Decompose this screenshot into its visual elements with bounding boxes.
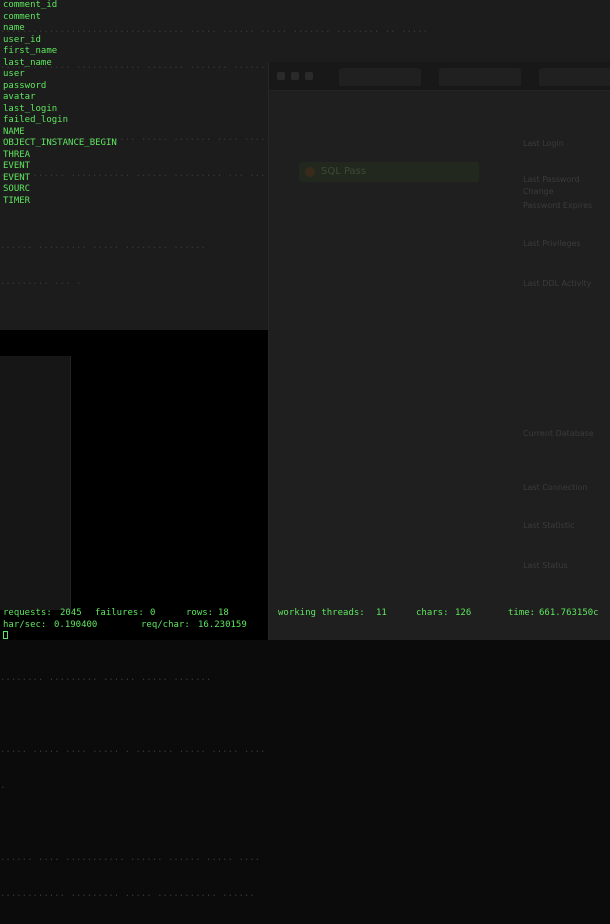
rows-label: rows: (186, 608, 214, 618)
column-name: user_id (3, 34, 41, 45)
time-value: 661.763150c (539, 608, 599, 618)
column-name: SOURC (3, 184, 31, 194)
column-name: EVENT (3, 172, 31, 183)
column-name: TIMER (3, 195, 31, 206)
charsec-label: har/sec: (3, 620, 47, 630)
failures-label: failures: (95, 608, 144, 618)
column-name: OBJECT_INSTANCE_BEGIN (3, 138, 117, 148)
column-name: avatar (3, 92, 36, 102)
column-list: comment_id comment name user_id first_na… (3, 0, 117, 207)
terminal-overlay: comment_id comment name user_id first_na… (0, 0, 610, 640)
column-name: first_name (3, 46, 58, 56)
terminal-cursor[interactable] (3, 631, 8, 639)
status-line: har/sec: 0.190400 req/char: 16.230159 (3, 620, 608, 632)
reqchar-value: 16.230159 (198, 620, 247, 630)
column-name: NAME (3, 126, 25, 137)
column-name: failed_login (3, 115, 69, 125)
column-name: EVENT (3, 161, 31, 171)
column-name: last_name (3, 57, 52, 68)
column-name: user (3, 69, 25, 79)
column-name: last_login (3, 103, 58, 114)
column-name: comment_id (3, 0, 58, 10)
status-line: requests: 2045 failures: 0 rows: 18 work… (3, 608, 608, 620)
column-name: THREA (3, 149, 31, 160)
column-name: comment (3, 11, 41, 22)
requests-label: requests: (3, 608, 52, 618)
threads-label: working threads: (278, 608, 365, 618)
time-label: time: (508, 608, 536, 618)
reqchar-label: req/char: (141, 620, 190, 630)
rows-value: 18 (218, 608, 229, 618)
chars-label: chars: (416, 608, 449, 618)
column-name: name (3, 23, 25, 33)
column-name: password (3, 80, 47, 91)
chars-value: 126 (455, 608, 472, 618)
requests-value: 2045 (60, 608, 82, 618)
failures-value: 0 (150, 608, 156, 618)
charsec-value: 0.190400 (54, 620, 98, 630)
threads-value: 11 (376, 608, 387, 618)
